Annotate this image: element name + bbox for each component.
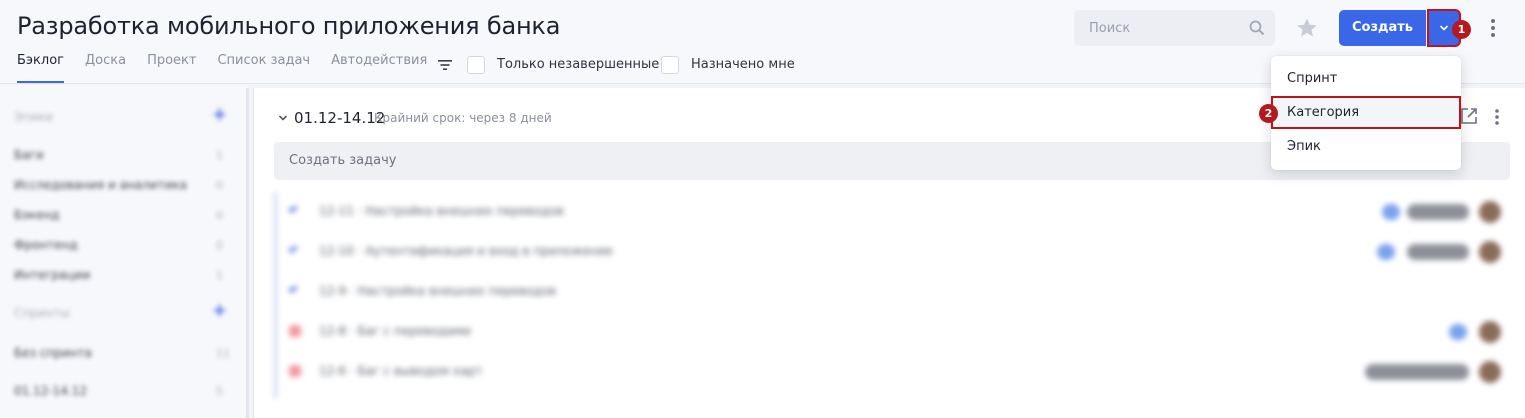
tab-backlog[interactable]: Бэклог	[17, 52, 64, 83]
tab-automations[interactable]: Автодействия	[331, 52, 427, 84]
status-badge	[1365, 364, 1469, 380]
task-title: 12-10 · Аутентификация и вход в приложен…	[319, 244, 613, 258]
sidebar-item[interactable]: Исследования и аналитика	[14, 178, 187, 192]
estimate-badge	[1449, 324, 1467, 340]
sidebar-item-count: 11	[216, 347, 230, 360]
search-box	[1074, 10, 1275, 46]
task-list: 12-11 · Настройка внешних переводов 12-1…	[274, 192, 1510, 398]
estimate-badge	[1377, 244, 1395, 260]
sidebar-item-count: 0	[216, 179, 223, 192]
more-options-icon[interactable]	[1488, 18, 1498, 38]
only-unfinished-label: Только незавершенные	[497, 57, 660, 72]
sidebar-item[interactable]: Бэкенд	[14, 208, 60, 222]
sidebar-item-count: 0	[216, 209, 223, 222]
add-sprint-button[interactable]: +	[212, 300, 227, 321]
task-row[interactable]: 12-9 · Настройка внешних переводов	[277, 272, 1513, 312]
task-row[interactable]: 12-11 · Настройка внешних переводов	[277, 192, 1513, 232]
sidebar-item[interactable]: Без спринта	[14, 346, 92, 360]
sidebar: Эпики + Баги 1 Исследования и аналитика …	[0, 85, 248, 418]
bug-icon	[289, 365, 301, 377]
menu-item-category[interactable]: Категория	[1271, 96, 1461, 129]
chevron-down-icon[interactable]	[278, 114, 288, 122]
task-title: 12-9 · Настройка внешних переводов	[319, 284, 557, 298]
sidebar-item-count: 1	[216, 269, 223, 282]
sprint-due-date: Крайний срок: через 8 дней	[374, 111, 552, 125]
assigned-to-me-label: Назначено мне	[691, 57, 795, 72]
menu-item-epic[interactable]: Эпик	[1271, 130, 1461, 163]
task-title: 12-11 · Настройка внешних переводов	[319, 204, 564, 218]
create-button[interactable]: Создать	[1339, 10, 1426, 46]
avatar[interactable]	[1479, 201, 1501, 223]
story-icon	[288, 243, 298, 254]
sidebar-item[interactable]: Интеграции	[14, 268, 90, 282]
story-icon	[288, 203, 298, 214]
task-title: 12-8 · Баг с переводами	[319, 324, 471, 338]
sidebar-item[interactable]: 01.12-14.12	[14, 384, 87, 398]
tab-board[interactable]: Доска	[85, 52, 126, 84]
sidebar-section-epics[interactable]: Эпики	[14, 110, 53, 124]
sidebar-item-count: 0	[216, 239, 223, 252]
only-unfinished-checkbox[interactable]	[467, 56, 485, 74]
sidebar-item[interactable]: Баги	[14, 148, 44, 162]
tab-task-list[interactable]: Список задач	[217, 52, 310, 84]
bug-icon	[289, 325, 301, 337]
add-epic-button[interactable]: +	[212, 104, 227, 125]
external-link-icon[interactable]	[1460, 107, 1478, 125]
tab-project[interactable]: Проект	[147, 52, 196, 84]
search-icon[interactable]	[1249, 20, 1265, 36]
tabs-bar: Бэклог Доска Проект Список задач Автодей…	[17, 52, 448, 84]
menu-item-sprint[interactable]: Спринт	[1271, 62, 1461, 95]
story-icon	[288, 283, 298, 294]
sidebar-resize-handle[interactable]	[246, 88, 249, 418]
step-marker-2: 2	[1259, 104, 1278, 123]
status-badge	[1407, 204, 1469, 220]
status-badge	[1407, 244, 1469, 260]
chevron-down-icon	[1439, 25, 1449, 31]
avatar[interactable]	[1479, 321, 1501, 343]
star-icon[interactable]	[1296, 17, 1318, 39]
avatar[interactable]	[1479, 361, 1501, 383]
sidebar-section-sprints[interactable]: Спринты	[14, 306, 70, 320]
task-title: 12-6 · Баг с выводом карт	[319, 364, 483, 378]
sprint-name: 01.12-14.12	[294, 109, 386, 127]
create-dropdown-menu: Спринт Категория Эпик	[1271, 56, 1461, 170]
task-row[interactable]: 12-6 · Баг с выводом карт	[277, 352, 1513, 392]
step-marker-1: 1	[1452, 20, 1471, 39]
assigned-to-me-checkbox[interactable]	[661, 56, 679, 74]
task-row[interactable]: 12-10 · Аутентификация и вход в приложен…	[277, 232, 1513, 272]
avatar[interactable]	[1479, 241, 1501, 263]
sidebar-item-count: 1	[216, 149, 223, 162]
task-row[interactable]: 12-8 · Баг с переводами	[277, 312, 1513, 352]
sidebar-item-count: 5	[216, 385, 223, 398]
sprint-more-icon[interactable]	[1494, 108, 1500, 126]
page-title: Разработка мобильного приложения банка	[17, 12, 561, 40]
estimate-badge	[1382, 204, 1400, 220]
search-input[interactable]	[1074, 10, 1244, 46]
sidebar-item[interactable]: Фронтенд	[14, 238, 78, 252]
filter-icon[interactable]	[437, 58, 453, 72]
